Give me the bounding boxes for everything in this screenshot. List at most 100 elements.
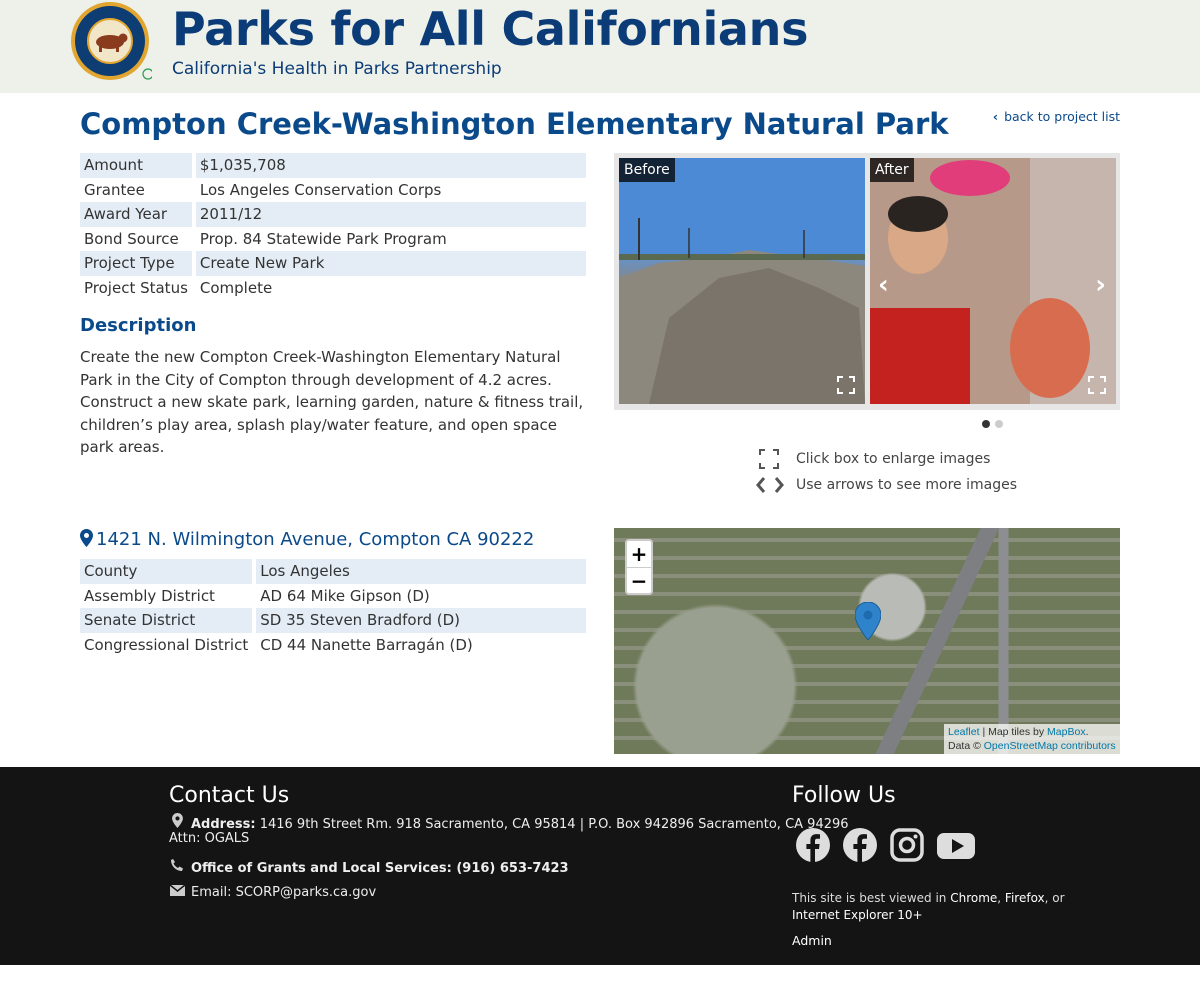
table-row: County Los Angeles [80,559,586,584]
contact-heading: Contact Us [169,783,290,808]
address-label: Address: [191,817,256,832]
detail-label: Bond Source [80,226,196,251]
detail-label: Project Status [80,275,196,300]
youtube-icon[interactable] [936,827,976,863]
california-state-parks-seal-logo[interactable] [70,1,152,83]
map-marker-icon [169,813,185,832]
table-row: Congressional District CD 44 Nanette Barr… [80,632,586,657]
footer-email: Email: SCORP@parks.ca.gov [169,884,376,900]
firefox-link[interactable]: Firefox [1005,891,1045,905]
hint-enlarge-text: Click box to enlarge images [796,451,991,467]
table-row: Project Type Create New Park [80,251,586,276]
table-row: Assembly District AD 64 Mike Gipson (D) [80,583,586,608]
detail-value: $1,035,708 [195,153,586,178]
before-photo [619,158,865,404]
hint-arrows: Use arrows to see more images [754,475,1017,499]
attribution-tiles-text: | Map tiles by [979,726,1048,738]
detail-label: Project Type [80,251,196,276]
footer-attn: Attn: OGALS [169,831,250,846]
browser-note: This site is best viewed in Chrome, Fire… [792,890,1092,924]
detail-label: Grantee [80,177,196,202]
phone-icon [169,858,185,876]
chevron-left-icon: ‹ [992,109,999,124]
leaflet-link[interactable]: Leaflet [948,726,980,738]
zoom-in-button[interactable]: + [627,541,651,567]
site-title[interactable]: Parks for All Californians [172,2,808,56]
mapbox-link[interactable]: MapBox [1047,726,1086,738]
hint-enlarge: Click box to enlarge images [754,449,990,473]
address-text: 1421 N. Wilmington Avenue, Compton CA 90… [96,529,535,550]
hint-arrows-text: Use arrows to see more images [796,477,1017,493]
phone-text[interactable]: Office of Grants and Local Services: (91… [191,861,569,876]
left-right-arrows-icon [754,475,784,499]
next-arrow-icon[interactable]: › [1095,270,1106,300]
image-slider: Before After ‹ › [614,153,1120,410]
site-header: Parks for All Californians California's … [0,0,1200,93]
site-subtitle: California's Health in Parks Partnership [172,59,502,79]
district-label: Senate District [80,608,257,633]
back-link-label: back to project list [1004,109,1120,124]
back-to-project-list-link[interactable]: ‹ back to project list [993,109,1120,124]
address-value: 1416 9th Street Rm. 918 Sacramento, CA 9… [259,817,849,832]
detail-value: Prop. 84 Statewide Park Program [199,229,447,248]
zoom-out-button[interactable]: − [627,567,651,593]
browser-separator: , [997,891,1005,905]
after-photo [870,158,1116,404]
detail-value: Complete [199,278,273,297]
table-row: Award Year 2011/12 [80,202,586,227]
detail-label: Amount [80,153,196,178]
description-text: Create the new Compton Creek-Washington … [80,348,584,456]
map-marker-icon [80,529,93,547]
expand-icon[interactable] [1088,376,1106,394]
detail-value: 2011/12 [195,202,586,227]
follow-heading: Follow Us [792,783,896,808]
email-text[interactable]: Email: SCORP@parks.ca.gov [191,885,376,900]
district-value: SD 35 Steven Bradford (D) [254,608,586,633]
table-row: Senate District SD 35 Steven Bradford (D) [80,608,586,633]
envelope-icon [169,884,185,900]
site-footer: Contact Us Address: 1416 9th Street Rm. … [0,767,1200,965]
district-label: Congressional District [80,632,257,657]
map-attribution: Leaflet | Map tiles by MapBox. Data © Op… [944,724,1120,754]
openstreetmap-link[interactable]: OpenStreetMap contributors [984,740,1116,752]
district-value: CD 44 Nanette Barragán (D) [260,635,473,654]
attribution-data-text: Data © [948,740,984,752]
slider-pagination [982,413,1008,432]
footer-address: Address: 1416 9th Street Rm. 918 Sacrame… [169,813,849,832]
facebook-icon[interactable] [842,827,878,863]
detail-label: Award Year [80,202,196,227]
internet-explorer-link[interactable]: Internet Explorer 10+ [792,908,923,922]
description-heading: Description [80,315,197,336]
admin-link[interactable]: Admin [792,933,832,948]
district-label: County [80,559,257,584]
project-map[interactable]: + − Leaflet | Map tiles by MapBox. Data … [614,528,1120,754]
after-image[interactable]: After ‹ › [870,158,1116,404]
map-pin-icon[interactable] [855,602,881,640]
district-value: Los Angeles [254,559,586,584]
social-links [795,827,978,867]
slider-dot-1[interactable] [982,420,990,428]
table-row: Grantee Los Angeles Conservation Corps [80,177,586,202]
after-label: After [870,158,914,182]
slider-dot-2[interactable] [995,420,1003,428]
before-label: Before [619,158,675,182]
project-details-table: Amount $1,035,708 Grantee Los Angeles Cons… [80,153,586,300]
browser-separator: , or [1044,891,1065,905]
instagram-icon[interactable] [889,827,925,863]
previous-arrow-icon[interactable]: ‹ [878,270,889,300]
district-table: County Los Angeles Assembly District AD 64… [80,559,586,657]
district-label: Assembly District [80,583,257,608]
table-row: Amount $1,035,708 [80,153,586,178]
page-title: Compton Creek-Washington Elementary Natu… [80,107,949,141]
facebook-icon[interactable] [795,827,831,863]
browser-note-text: This site is best viewed in [792,891,951,905]
detail-value: Los Angeles Conservation Corps [199,180,442,199]
project-address: 1421 N. Wilmington Avenue, Compton CA 90… [80,529,534,550]
footer-phone: Office of Grants and Local Services: (91… [169,858,569,876]
expand-icon [754,449,784,473]
chrome-link[interactable]: Chrome [950,891,997,905]
before-image[interactable]: Before [619,158,865,404]
detail-value: Create New Park [195,251,586,276]
expand-icon[interactable] [837,376,855,394]
table-row: Project Status Complete [80,275,586,300]
